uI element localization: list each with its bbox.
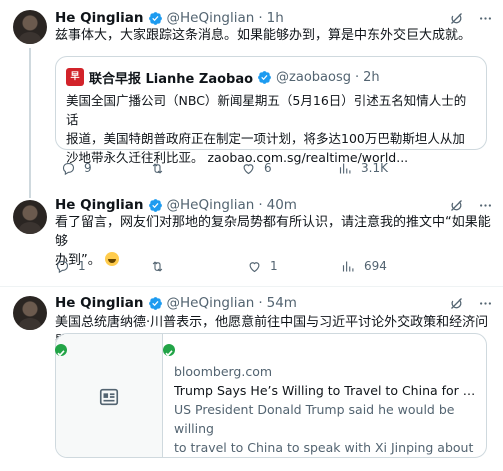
verified-badge-icon (258, 70, 271, 84)
timestamp[interactable]: 40m (267, 197, 297, 213)
avatar[interactable] (13, 10, 47, 44)
separator-dot: · (258, 10, 263, 26)
retweet-button[interactable] (150, 158, 173, 178)
quote-author-name: 联合早报 Lianhe Zaobao (89, 71, 254, 87)
author-handle[interactable]: @HeQinglian (167, 197, 255, 213)
avatar[interactable] (13, 296, 47, 330)
like-button[interactable]: 6 (241, 158, 272, 178)
tweet-2[interactable]: He Qinglian @HeQinglian · 40m 看了留言，网友们对那… (0, 190, 503, 286)
tweet-top-icons (449, 195, 493, 215)
verified-badge-icon (148, 198, 162, 212)
separator-dot: · (354, 69, 360, 85)
thread-line (29, 48, 31, 190)
reply-count: 1 (78, 259, 86, 273)
views-count: 3.1K (361, 161, 388, 175)
check-icon (55, 344, 67, 357)
like-button[interactable]: 1 (247, 256, 278, 276)
tweet-top-icons (449, 293, 493, 313)
quote-timestamp: 2h (363, 69, 380, 85)
like-icon (249, 261, 260, 272)
tweet-header: He Qinglian @HeQinglian · 1h (55, 8, 284, 28)
quote-text: 美国全国广播公司（NBC）新闻星期五（5月16日）引述五名知情人士的话 报道，美… (66, 91, 478, 167)
card-description-line: to travel to China to speak with Xi Jinp… (174, 440, 474, 455)
lianhe-zaobao-logo: 早 (66, 68, 84, 86)
retweet-button[interactable] (150, 256, 173, 276)
tweet-header: He Qinglian @HeQinglian · 54m (55, 293, 297, 313)
card-description-line: US President Donald Trump said he would … (174, 402, 455, 436)
author-handle[interactable]: @HeQinglian (167, 295, 255, 311)
card-title: Trump Says He’s Willing to Travel to Chi… (174, 383, 479, 398)
verified-badge-icon (148, 11, 162, 25)
reply-button[interactable]: 9 (61, 158, 92, 178)
quote-header: 联合早报 Lianhe Zaobao @zaobaosg · 2h (89, 67, 380, 87)
action-bar: 9 6 3.1K (55, 158, 495, 178)
card-description: US President Donald Trump said he would … (174, 400, 479, 457)
reply-count: 9 (84, 161, 92, 175)
grok-icon[interactable] (449, 198, 464, 213)
views-button[interactable]: 3.1K (338, 158, 388, 178)
article-icon (99, 388, 119, 406)
card-domain: bloomberg.com (174, 364, 273, 379)
tweet-header: He Qinglian @HeQinglian · 40m (55, 195, 297, 215)
tweet-3[interactable]: He Qinglian @HeQinglian · 54m 美国总统唐纳德·川普… (0, 287, 503, 471)
author-name[interactable]: He Qinglian (55, 10, 144, 26)
views-icon (339, 163, 351, 173)
author-name[interactable]: He Qinglian (55, 197, 144, 213)
reply-icon (62, 162, 75, 175)
views-icon (342, 261, 354, 271)
quote-author-handle: @zaobaosg (276, 69, 351, 85)
grok-icon[interactable] (449, 11, 464, 26)
author-handle[interactable]: @HeQinglian (167, 10, 255, 26)
check-icon (163, 344, 175, 357)
views-count: 694 (364, 259, 387, 273)
like-count: 6 (264, 161, 272, 175)
reply-button[interactable]: 1 (55, 256, 86, 276)
retweet-icon (152, 260, 163, 272)
link-card[interactable]: bloomberg.com Trump Says He’s Willing to… (55, 333, 487, 458)
separator-dot: · (258, 295, 263, 311)
timestamp[interactable]: 1h (267, 10, 284, 26)
like-icon (243, 163, 254, 174)
more-icon[interactable] (478, 11, 493, 26)
action-bar: 1 1 694 (55, 256, 495, 276)
more-icon[interactable] (478, 296, 493, 311)
verified-badge-icon (148, 296, 162, 310)
avatar[interactable] (13, 200, 47, 234)
views-button[interactable]: 694 (341, 256, 387, 276)
card-thumbnail (56, 334, 163, 457)
thread-line (29, 190, 31, 198)
quote-line: 美国全国广播公司（NBC）新闻星期五（5月16日）引述五名知情人士的话 (66, 93, 467, 127)
tweet-text: 兹事体大，大家跟踪这条消息。如果能够办到，算是中东外交巨大成就。 (55, 28, 472, 43)
more-icon[interactable] (478, 198, 493, 213)
author-name[interactable]: He Qinglian (55, 295, 144, 311)
timestamp[interactable]: 54m (267, 295, 297, 311)
like-count: 1 (270, 259, 278, 273)
reply-icon (56, 260, 69, 273)
quoted-tweet[interactable]: 早 联合早报 Lianhe Zaobao @zaobaosg · 2h 美国全国… (55, 56, 487, 165)
quote-line: 报道，美国特朗普政府正在制定一项计划，将多达100万巴勒斯坦人从加 (66, 131, 465, 146)
grok-icon[interactable] (449, 296, 464, 311)
card-body: bloomberg.com Trump Says He’s Willing to… (174, 362, 479, 457)
tweet-1[interactable]: He Qinglian @HeQinglian · 1h 兹事体大，大家跟踪这条… (0, 0, 503, 190)
tweet-top-icons (449, 8, 493, 28)
retweet-icon (152, 162, 163, 174)
tweet-text-line: 看了留言，网友们对那地的复杂局势都有所认识，请注意我的推文中“如果能够 (55, 215, 491, 249)
separator-dot: · (258, 197, 263, 213)
